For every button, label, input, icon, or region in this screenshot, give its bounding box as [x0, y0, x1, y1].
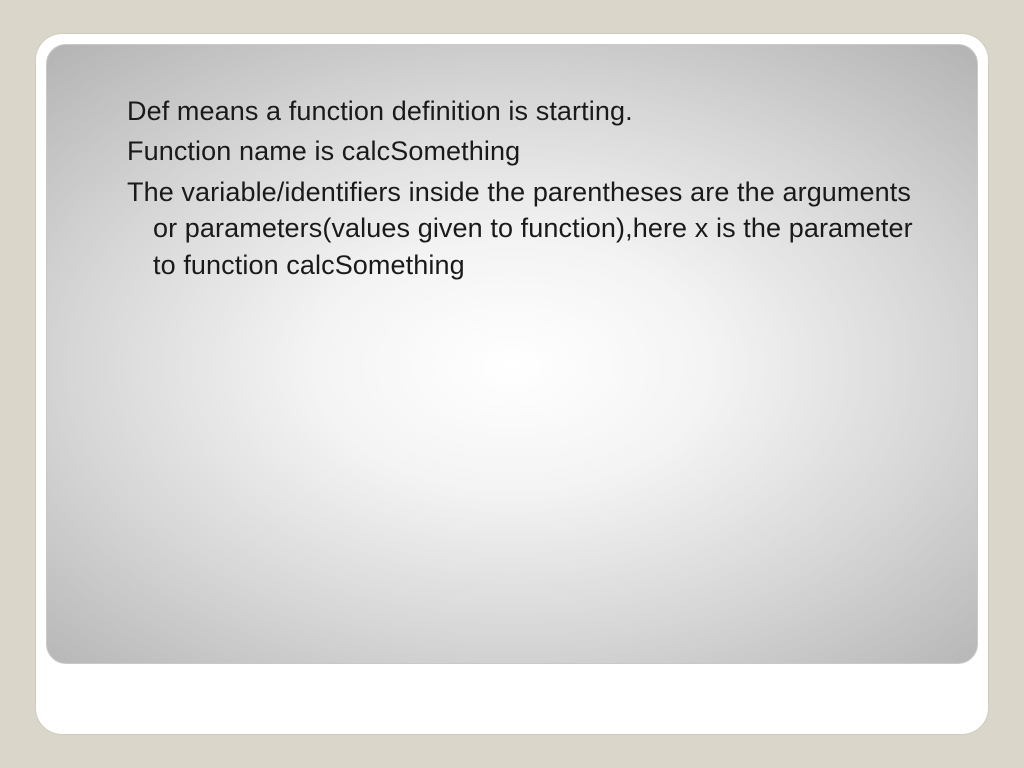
slide-line-1: Def means a function definition is start… — [127, 93, 917, 129]
slide-inner-card: Def means a function definition is start… — [46, 44, 978, 664]
slide-line-2: Function name is calcSomething — [127, 133, 917, 169]
slide-paragraph: The variable/identifiers inside the pare… — [127, 174, 917, 283]
slide-outer-card: Def means a function definition is start… — [36, 34, 988, 734]
